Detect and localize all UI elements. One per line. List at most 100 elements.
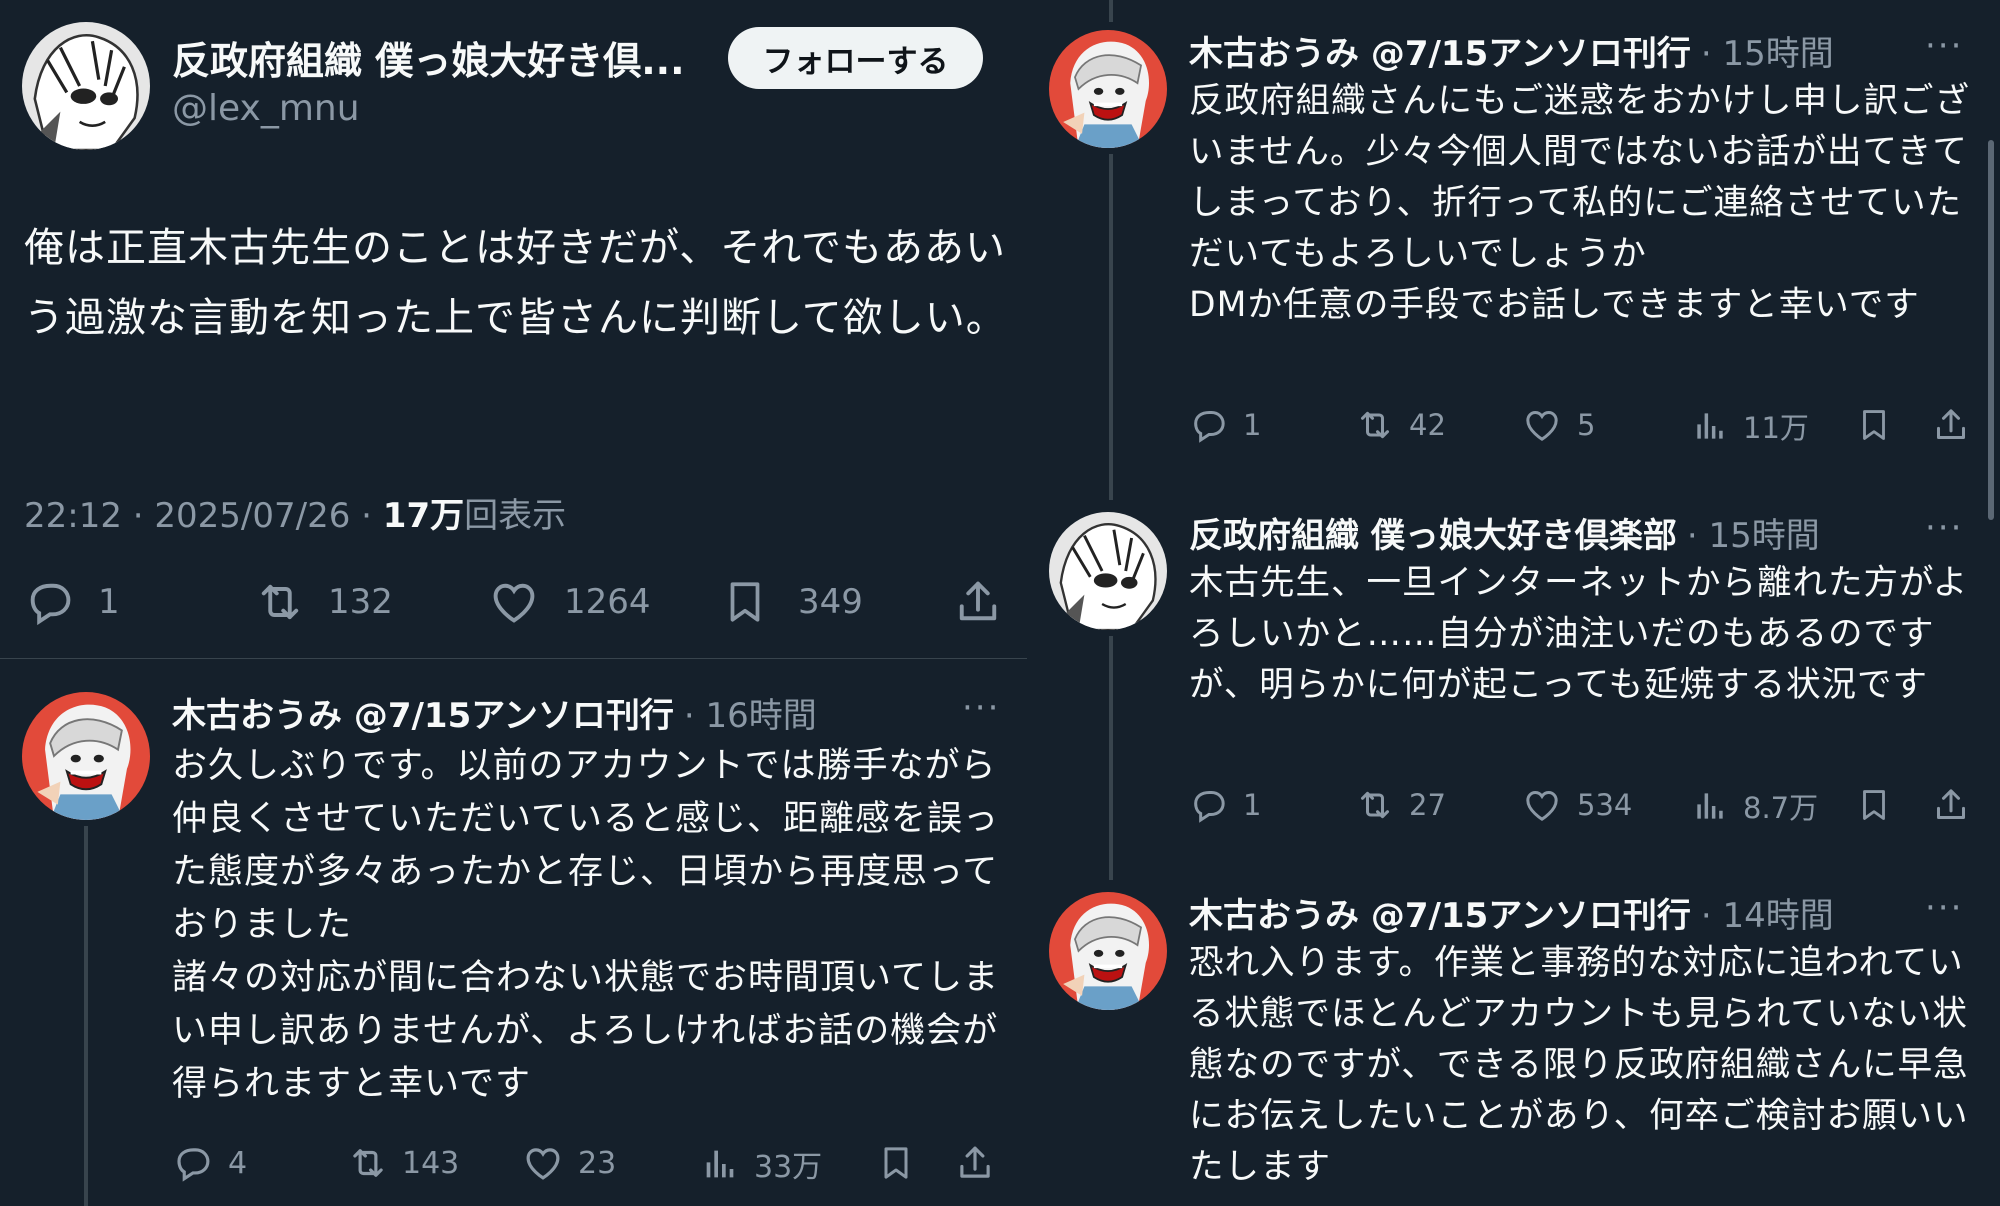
author-name[interactable]: 反政府組織 僕っ娘大好き倶... [172,30,685,85]
views-icon [700,1143,740,1185]
right-panel: 木古おうみ @7/15アンソロ刊行 · 15時間 ··· 反政府組織さんにもご迷… [1027,0,2000,1206]
reply-icon [24,576,76,628]
reply-button[interactable]: 1 [1189,405,1261,445]
divider [0,658,1027,659]
share-icon [1931,785,1971,825]
views-count: 33万 [754,1150,823,1185]
reply-count: 1 [1243,788,1262,822]
views-button[interactable]: 33万 [700,1142,822,1186]
like-button[interactable]: 23 [522,1142,616,1184]
views-icon [1691,406,1729,446]
reply-header: 木古おうみ @7/15アンソロ刊行 · 15時間 [1189,26,1834,75]
author-handle[interactable]: @lex_mnu [172,88,360,129]
retweet-icon [252,576,308,628]
bookmark-button[interactable]: 349 [720,576,863,628]
reply-count: 4 [228,1145,248,1181]
reply-button[interactable]: 1 [1189,785,1261,825]
bookmark-button[interactable] [876,1142,916,1184]
share-button[interactable] [954,1142,996,1184]
retweet-button[interactable]: 143 [346,1142,459,1184]
views-button[interactable]: 11万 [1691,405,1809,447]
reply-header: 木古おうみ @7/15アンソロ刊行 · 14時間 [1189,888,1834,937]
share-button[interactable] [952,576,1004,628]
retweet-button[interactable]: 132 [252,576,393,628]
reply-author-name[interactable]: 反政府組織 僕っ娘大好き倶楽部 [1189,508,1677,557]
views-count: 17万 [382,496,465,536]
reply-text: 恐れ入ります。作業と事務的な対応に追われている状態でほとんどアカウントも見られて… [1189,943,1969,1187]
like-count: 1264 [564,582,651,622]
retweet-icon [346,1142,390,1184]
avatar-image-icon [22,22,150,150]
like-count: 534 [1577,788,1633,822]
reply-author-name[interactable]: 木古おうみ @7/15アンソロ刊行 [1189,888,1691,937]
retweet-count: 143 [402,1145,460,1181]
views-label: 回表示 [464,496,567,536]
retweet-icon [1353,405,1397,445]
views-icon [1691,786,1729,826]
tweet-timestamp[interactable]: 22:12 · 2025/07/26 · [24,496,383,536]
reply-avatar[interactable] [1049,30,1167,148]
reply-text: 木古先生、一旦インターネットから離れた方がよろしいかと……自分が油注いだのもある… [1189,563,1969,705]
bookmark-icon [1855,405,1893,445]
share-button[interactable] [1931,785,1971,825]
reply-count: 1 [1243,408,1262,442]
thread-line [84,826,88,1206]
like-icon [522,1142,564,1184]
avatar-image-icon [1049,512,1167,630]
tweet-text: 俺は正直木古先生のことは好きだが、それでもああいう過激な言動を知った上で皆さんに… [24,225,1007,341]
reply-avatar[interactable] [1049,512,1167,630]
like-button[interactable]: 534 [1521,785,1632,825]
more-options-icon[interactable]: ··· [962,688,1000,728]
bookmark-icon [876,1142,916,1184]
more-options-icon[interactable]: ··· [1925,508,1963,548]
avatar-image-icon [1049,892,1167,1010]
bookmark-icon [1855,785,1893,825]
thread-line [1109,636,1113,880]
reply-avatar[interactable] [22,692,150,820]
like-count: 5 [1577,408,1596,442]
reply-avatar[interactable] [1049,892,1167,1010]
bookmark-button[interactable] [1855,405,1893,445]
like-icon [1521,405,1563,445]
retweet-count: 27 [1409,788,1446,822]
reply-time[interactable]: · 15時間 [1687,508,1820,557]
reply-author-name[interactable]: 木古おうみ @7/15アンソロ刊行 [1189,26,1691,75]
reply-author-name[interactable]: 木古おうみ @7/15アンソロ刊行 [172,688,674,737]
views-count: 11万 [1743,411,1809,445]
retweet-icon [1353,785,1397,825]
share-icon [1931,405,1971,445]
reply-header: 木古おうみ @7/15アンソロ刊行 · 16時間 [172,688,817,737]
like-button[interactable]: 5 [1521,405,1595,445]
bookmark-button[interactable] [1855,785,1893,825]
reply-time[interactable]: · 15時間 [1701,26,1834,75]
like-icon [1521,785,1563,825]
author-avatar[interactable] [22,22,150,150]
like-count: 23 [578,1145,617,1181]
share-icon [952,576,1004,628]
reply-text: お久しぶりです。以前のアカウントでは勝手ながら仲良くさせていただいていると感じ、… [172,746,999,1104]
more-options-icon[interactable]: ··· [1925,26,1963,66]
reply-icon [1189,785,1229,825]
reply-header: 反政府組織 僕っ娘大好き倶楽部 · 15時間 [1189,508,1820,557]
reply-button[interactable]: 4 [172,1142,247,1184]
reply-time[interactable]: · 16時間 [684,688,817,737]
retweet-button[interactable]: 42 [1353,405,1446,445]
views-count: 8.7万 [1743,791,1819,825]
retweet-count: 132 [328,582,393,622]
like-button[interactable]: 1264 [488,576,651,628]
follow-button[interactable]: フォローする [728,27,983,89]
scrollbar[interactable] [1988,140,1994,520]
reply-icon [172,1142,214,1184]
like-icon [488,576,540,628]
reply-button[interactable]: 1 [24,576,120,628]
bookmark-count: 349 [798,582,863,622]
share-button[interactable] [1931,405,1971,445]
reply-time[interactable]: · 14時間 [1701,888,1834,937]
retweet-button[interactable]: 27 [1353,785,1446,825]
views-button[interactable]: 8.7万 [1691,785,1818,827]
avatar-image-icon [1049,30,1167,148]
bookmark-icon [720,576,770,628]
thread-line [1109,0,1113,22]
share-icon [954,1142,996,1184]
more-options-icon[interactable]: ··· [1925,888,1963,928]
